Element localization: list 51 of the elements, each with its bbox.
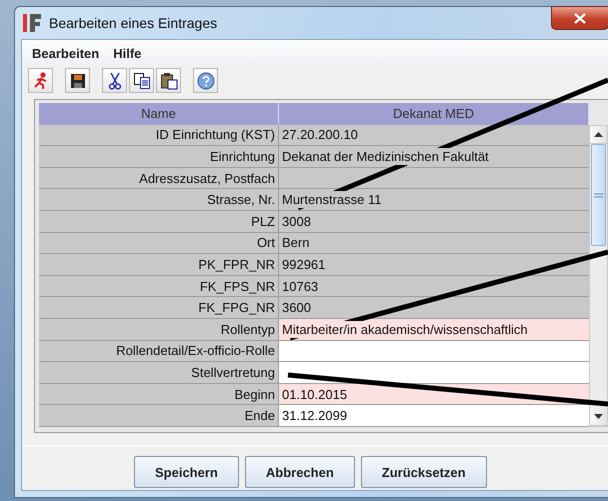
field-label: Ort: [39, 232, 279, 254]
field-label: Adresszusatz, Postfach: [39, 168, 279, 190]
field-label: FK_FPS_NR: [39, 276, 279, 298]
menu-item[interactable]: Hilfe: [113, 46, 142, 61]
column-header[interactable]: Name: [39, 103, 279, 125]
close-button[interactable]: [551, 6, 608, 30]
copy-icon: [132, 72, 150, 90]
grip-icon: [594, 192, 603, 198]
field-label: FK_FPG_NR: [39, 297, 279, 319]
field-label: Einrichtung: [39, 146, 279, 168]
window-title: Bearbeiten eines Eintrages: [49, 15, 218, 31]
table-cell: 3008: [279, 210, 589, 233]
scroll-down-icon: [594, 414, 603, 419]
table-cell: Dekanat der Medizinischen Fakultät: [279, 146, 589, 168]
field-label: Strasse, Nr.: [39, 189, 279, 211]
close-icon: [574, 12, 586, 24]
field-label: PK_FPR_NR: [39, 254, 279, 276]
input-field[interactable]: 31.12.2099: [279, 405, 589, 427]
clipboard-icon: [160, 72, 178, 90]
input-field[interactable]: [279, 340, 589, 362]
save-button[interactable]: [65, 68, 90, 93]
scissors-icon: [108, 72, 122, 90]
scroll-up-icon: [594, 132, 603, 137]
field-label: ID Einrichtung (KST): [39, 124, 279, 146]
field-label: Rollentyp: [39, 318, 279, 341]
help-button[interactable]: [193, 68, 218, 93]
field-label: Beginn: [39, 384, 279, 406]
input-field[interactable]: [279, 362, 589, 384]
field-label: PLZ: [39, 210, 279, 233]
dialog-button[interactable]: Zurücksetzen: [360, 456, 487, 488]
app-logo-icon: [23, 13, 41, 33]
table-cell: 3600: [279, 297, 589, 319]
cut-button[interactable]: [102, 68, 127, 93]
field-label: Stellvertretung: [39, 362, 279, 384]
field-label: Rollendetail/Ex-officio-Rolle: [39, 340, 279, 362]
column-header[interactable]: Dekanat MED: [279, 103, 589, 125]
copy-button[interactable]: [129, 68, 154, 93]
dialog-button[interactable]: Speichern: [134, 456, 239, 488]
input-field[interactable]: Mitarbeiter/in akademisch/wissenschaftlich: [279, 318, 589, 341]
help-icon: [196, 72, 214, 90]
running-figure-icon: [32, 72, 50, 90]
vertical-scrollbar[interactable]: [589, 125, 608, 427]
dialog-button[interactable]: Abbrechen: [244, 456, 355, 488]
table-cell: Bern: [279, 232, 589, 254]
table-cell: 992961: [279, 254, 589, 276]
field-label: Ende: [39, 405, 279, 427]
paste-button[interactable]: [156, 68, 181, 93]
exit-button[interactable]: [28, 68, 53, 93]
table-cell: Murtenstrasse 11: [279, 189, 589, 211]
menu-item[interactable]: Bearbeiten: [32, 46, 100, 61]
table-cell: 27.20.200.10: [279, 124, 589, 146]
